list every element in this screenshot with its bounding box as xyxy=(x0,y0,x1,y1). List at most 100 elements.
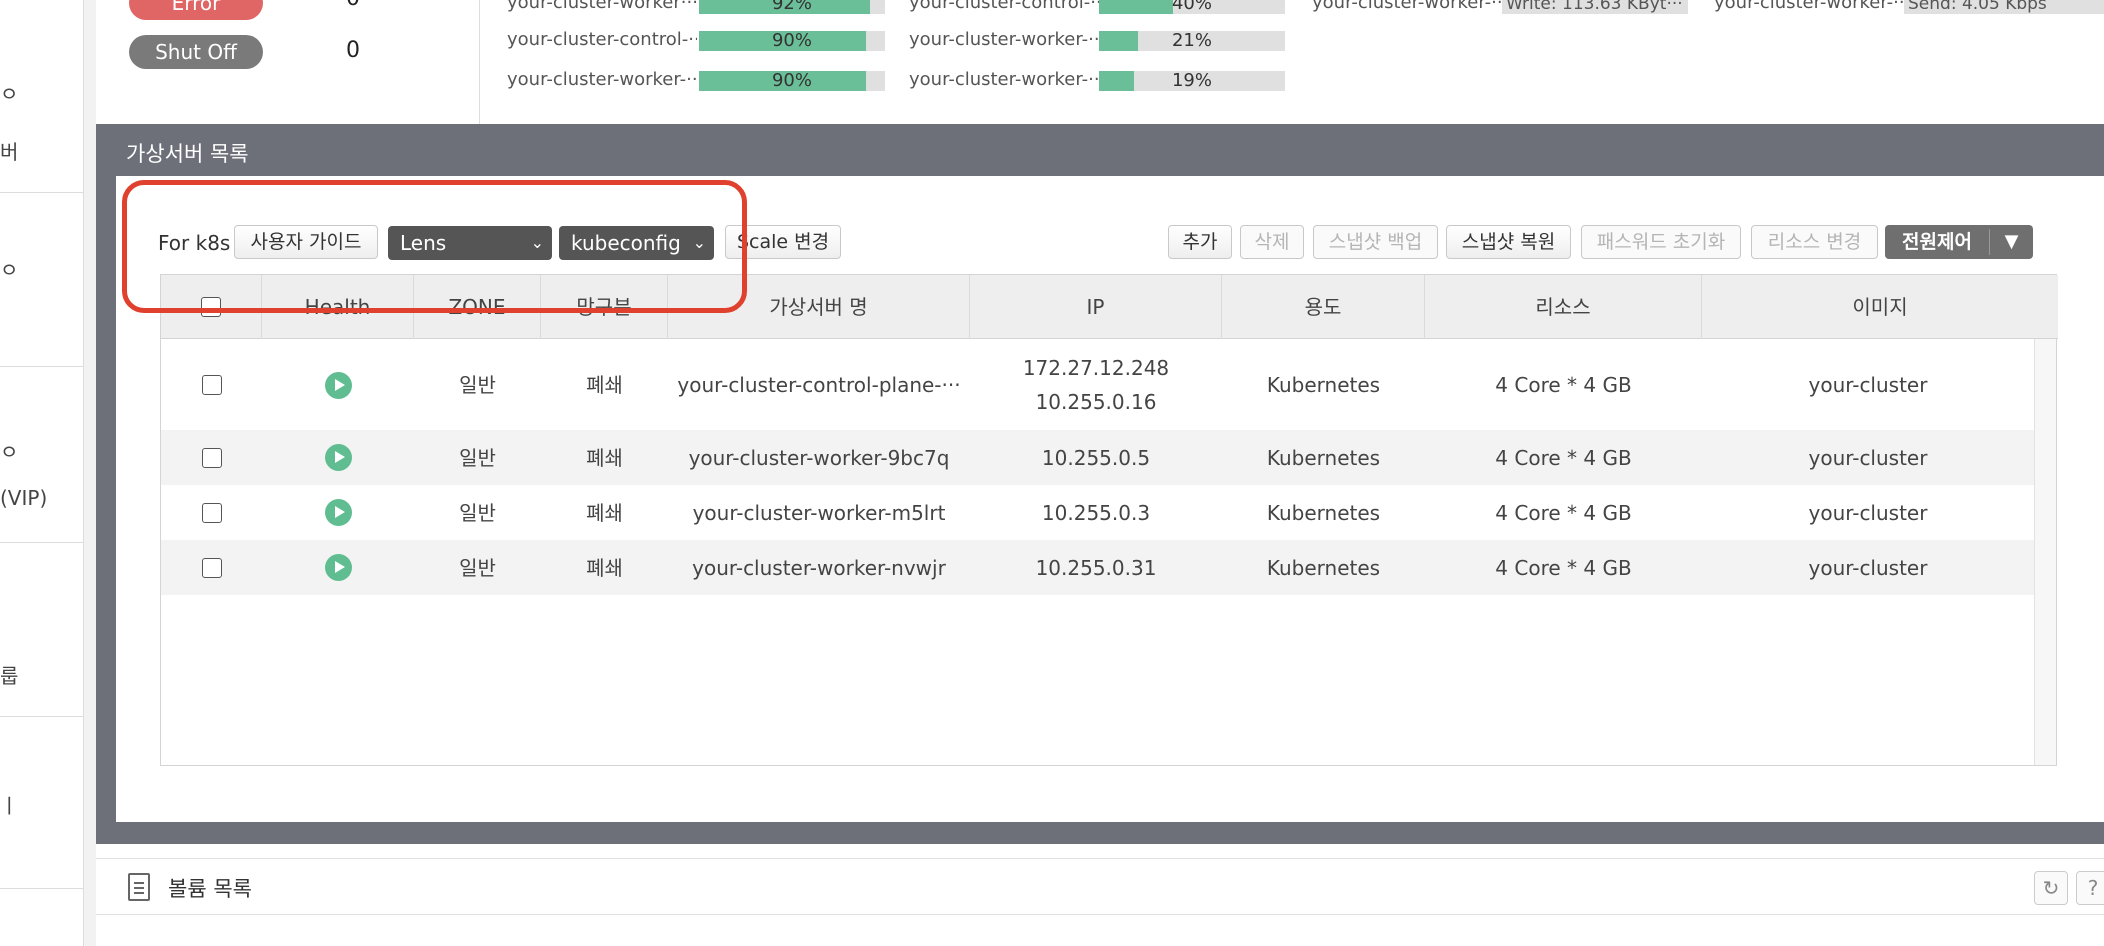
row-checkbox-cell xyxy=(161,485,262,540)
row-checkbox[interactable] xyxy=(201,557,222,578)
status-count-error: 0 xyxy=(346,0,360,11)
column-header-image[interactable]: 이미지 xyxy=(1702,275,2058,339)
row-checkbox[interactable] xyxy=(201,502,222,523)
cpu-usage-bar: 90% xyxy=(699,31,885,51)
sidebar-divider xyxy=(0,366,84,367)
sidebar: ㅇ 버 ㅇ ㅇ (VIP) 룹 ㅣ xyxy=(0,0,84,946)
cpu-server-name: your-cluster-worker-··· xyxy=(507,69,697,90)
cpu-usage-percent: 92% xyxy=(771,0,812,14)
help-icon[interactable]: ? xyxy=(2076,871,2104,905)
volume-panel: 볼륨 목록 ↻ ? xyxy=(96,858,2104,946)
server-name-cell[interactable]: your-cluster-worker-m5lrt xyxy=(668,485,970,540)
power-control-label: 전원제어 xyxy=(1902,231,1972,253)
ip-secondary: 10.255.0.16 xyxy=(1035,390,1157,414)
ip-cell: 10.255.0.3 xyxy=(1041,500,1151,525)
ip-cell: 10.255.0.31 xyxy=(1035,555,1157,580)
health-cell xyxy=(262,485,414,540)
volume-header: 볼륨 목록 ↻ ? xyxy=(96,859,2104,915)
memory-server-name: your-cluster-control-··· xyxy=(909,0,1099,13)
network-server-name: your-cluster-worker-··· xyxy=(1714,0,1904,13)
cpu-server-name: your-cluster-worker··· xyxy=(507,0,697,13)
health-running-icon xyxy=(324,499,352,526)
vm-list-title: 가상서버 목록 xyxy=(126,142,249,166)
resource-cell: 4 Core * 4 GB xyxy=(1495,555,1632,580)
ip-cell: 172.27.12.248 10.255.0.16 xyxy=(970,340,1222,430)
document-icon xyxy=(128,873,150,901)
sidebar-item-fragment[interactable]: 룹 xyxy=(0,660,18,689)
ip-cell: 10.255.0.5 xyxy=(1041,445,1151,470)
resource-change-button[interactable]: 리소스 변경 xyxy=(1751,225,1878,259)
sidebar-item-fragment[interactable]: ㅇ xyxy=(0,78,18,107)
memory-usage-percent: 21% xyxy=(1171,30,1212,51)
disk-usage-text: Write: 113.63 KByt··· xyxy=(1502,0,1688,14)
cpu-usage-bar: 92% xyxy=(699,0,885,14)
health-running-icon xyxy=(324,554,352,581)
health-running-icon xyxy=(324,371,352,399)
usage-cell: Kubernetes xyxy=(1266,555,1381,580)
resource-cell: 4 Core * 4 GB xyxy=(1495,500,1632,525)
caret-down-icon[interactable]: ▼ xyxy=(1990,225,2033,259)
zone-cell: 일반 xyxy=(459,445,496,470)
add-button[interactable]: 추가 xyxy=(1168,225,1232,259)
server-name-cell[interactable]: your-cluster-worker-nvwjr xyxy=(668,540,970,595)
volume-list-title: 볼륨 목록 xyxy=(168,877,252,901)
sidebar-item-fragment[interactable]: (VIP) xyxy=(0,486,47,510)
snapshot-backup-button[interactable]: 스냅샷 백업 xyxy=(1313,225,1438,259)
memory-server-name: your-cluster-worker-··· xyxy=(909,29,1099,50)
resource-cell: 4 Core * 4 GB xyxy=(1495,373,1632,397)
sidebar-item-fragment[interactable]: ㅇ xyxy=(0,436,18,465)
highlight-annotation xyxy=(122,180,747,313)
column-header-usage[interactable]: 용도 xyxy=(1222,275,1425,339)
delete-button[interactable]: 삭제 xyxy=(1240,225,1304,259)
network-type-cell: 폐쇄 xyxy=(586,445,623,470)
sidebar-item-fragment[interactable]: 버 xyxy=(0,136,18,165)
sidebar-divider xyxy=(0,542,84,543)
sidebar-divider xyxy=(0,192,84,193)
table-row[interactable]: 일반 폐쇄 your-cluster-worker-m5lrt 10.255.0… xyxy=(161,485,2034,540)
disk-usage-row: your-cluster-worker-··· Write: 113.63 KB… xyxy=(1312,0,1692,14)
image-cell: your-cluster xyxy=(1808,500,1928,525)
content-gutter xyxy=(84,0,96,946)
network-type-cell: 폐쇄 xyxy=(586,373,623,397)
password-reset-button[interactable]: 패스워드 초기화 xyxy=(1581,225,1741,259)
column-header-resource[interactable]: 리소스 xyxy=(1425,275,1702,339)
snapshot-restore-button[interactable]: 스냅샷 복원 xyxy=(1446,225,1571,259)
vm-table: Health ZONE 망구분 가상서버 명 IP 용도 리소스 이미지 일반 … xyxy=(160,274,2058,766)
table-row[interactable]: 일반 폐쇄 your-cluster-control-plane-··· 172… xyxy=(161,340,2034,430)
sidebar-item-fragment[interactable]: ㅣ xyxy=(0,790,18,819)
app-root: ㅇ 버 ㅇ ㅇ (VIP) 룹 ㅣ Error 0 Shut Off 0 you… xyxy=(0,0,2104,946)
sidebar-divider xyxy=(0,888,84,889)
image-cell: your-cluster xyxy=(1808,555,1928,580)
cpu-usage-percent: 90% xyxy=(771,30,812,51)
status-count-shut-off: 0 xyxy=(346,38,360,63)
server-name-cell[interactable]: your-cluster-worker-9bc7q xyxy=(668,430,970,485)
memory-server-name: your-cluster-worker-··· xyxy=(909,69,1099,90)
server-name-cell[interactable]: your-cluster-control-plane-··· xyxy=(668,340,970,430)
status-badge-error: Error xyxy=(129,0,263,20)
zone-cell: 일반 xyxy=(459,500,496,525)
row-checkbox[interactable] xyxy=(201,375,222,395)
column-header-ip[interactable]: IP xyxy=(970,275,1222,339)
zone-cell: 일반 xyxy=(459,373,496,397)
row-checkbox-cell xyxy=(161,340,262,430)
sidebar-divider xyxy=(0,716,84,717)
cpu-usage-percent: 90% xyxy=(771,70,812,91)
refresh-icon[interactable]: ↻ xyxy=(2034,871,2068,905)
memory-usage-row: your-cluster-worker-··· 19% xyxy=(909,69,1389,91)
usage-cell: Kubernetes xyxy=(1266,500,1381,525)
health-cell xyxy=(262,430,414,485)
memory-usage-bar: 40% xyxy=(1099,0,1285,14)
memory-usage-bar: 21% xyxy=(1099,31,1285,51)
table-row[interactable]: 일반 폐쇄 your-cluster-worker-nvwjr 10.255.0… xyxy=(161,540,2034,595)
table-scrollbar[interactable] xyxy=(2034,339,2056,765)
zone-cell: 일반 xyxy=(459,555,496,580)
network-usage-row: your-cluster-worker-··· Send: 4.05 Kbps xyxy=(1714,0,2104,14)
table-row[interactable]: 일반 폐쇄 your-cluster-worker-9bc7q 10.255.0… xyxy=(161,430,2034,485)
ip-primary: 172.27.12.248 xyxy=(1022,356,1170,380)
network-type-cell: 폐쇄 xyxy=(586,555,623,580)
power-control-button[interactable]: 전원제어 ▼ xyxy=(1885,225,2033,259)
summary-panel: Error 0 Shut Off 0 your-cluster-worker··… xyxy=(96,0,2104,124)
row-checkbox[interactable] xyxy=(201,447,222,468)
sidebar-item-fragment[interactable]: ㅇ xyxy=(0,254,18,283)
image-cell: your-cluster xyxy=(1808,445,1928,470)
